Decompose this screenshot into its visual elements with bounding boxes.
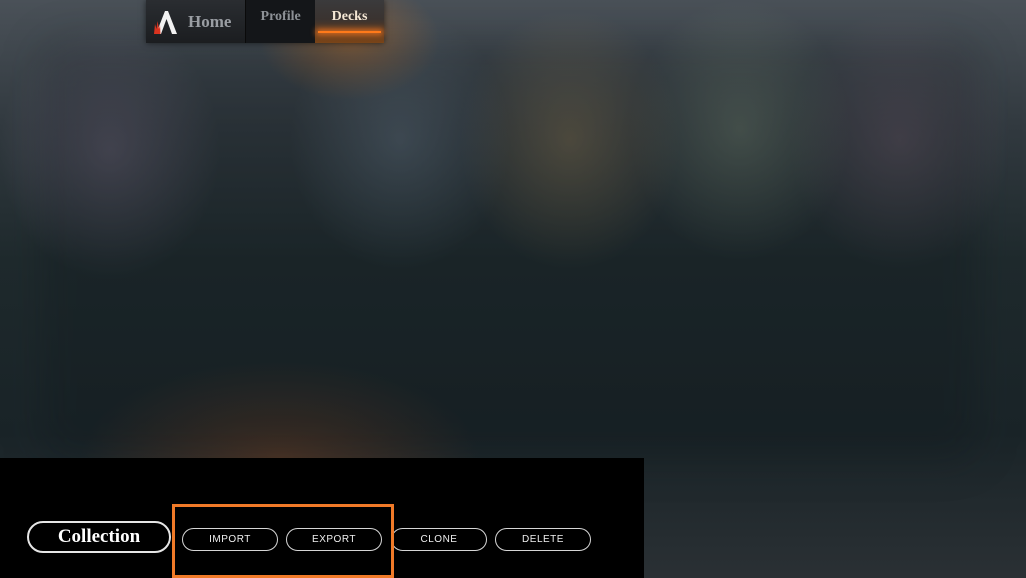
delete-button[interactable]: DELETE	[495, 528, 591, 551]
clone-button[interactable]: CLONE	[391, 528, 487, 551]
top-navigation: Home Profile Decks	[146, 0, 384, 43]
deck-grid-area	[40, 40, 980, 460]
collection-button[interactable]: Collection	[27, 521, 171, 553]
tab-profile[interactable]: Profile	[246, 0, 315, 43]
import-button[interactable]: IMPORT	[182, 528, 278, 551]
nav-home-label: Home	[188, 11, 232, 31]
nav-home-button[interactable]: Home	[146, 0, 247, 43]
tab-decks[interactable]: Decks	[315, 0, 384, 43]
arena-logo-icon	[154, 10, 177, 34]
deck-actions-bar	[0, 458, 644, 578]
export-button[interactable]: EXPORT	[286, 528, 382, 551]
